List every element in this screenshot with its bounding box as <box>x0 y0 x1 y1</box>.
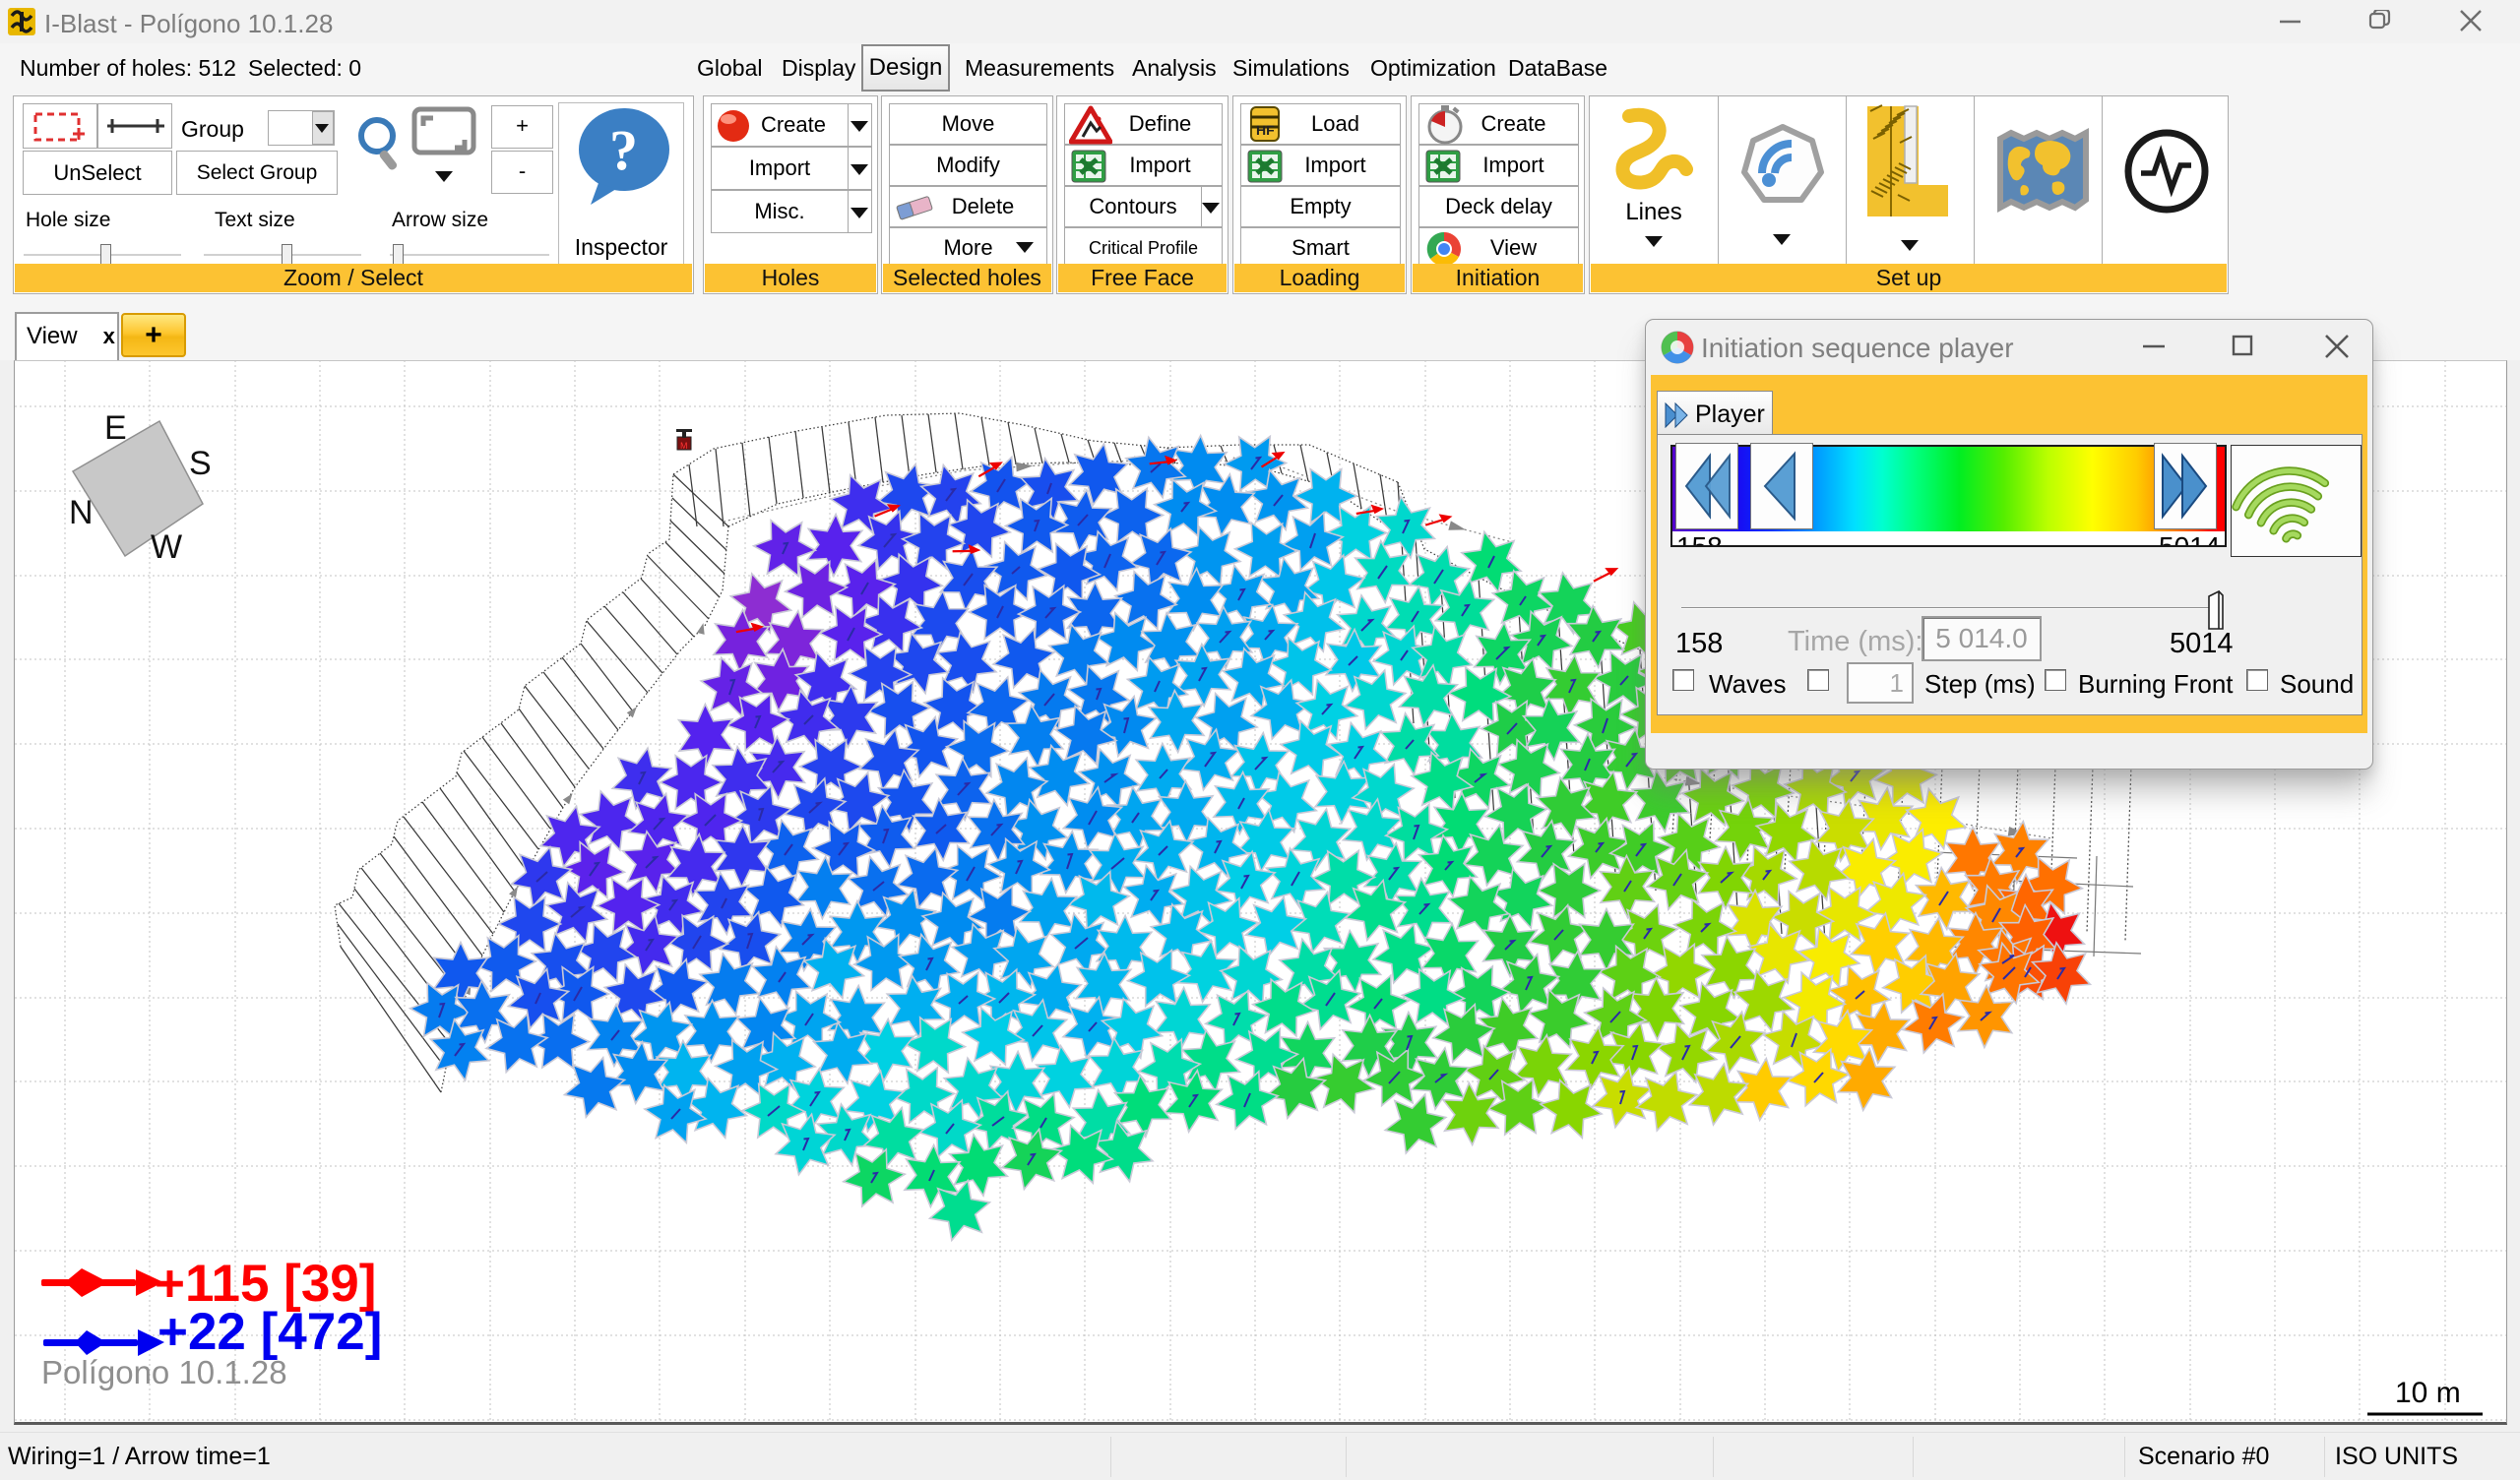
svg-text:?: ? <box>609 118 638 182</box>
svg-text:+22 [472]: +22 [472] <box>158 1303 382 1361</box>
svg-text:S: S <box>189 445 212 482</box>
svg-text:W: W <box>151 528 182 566</box>
svg-text:10 m: 10 m <box>2395 1377 2461 1409</box>
svg-text:Polígono 10.1.28: Polígono 10.1.28 <box>41 1354 287 1390</box>
svg-text:N: N <box>69 494 94 531</box>
svg-text:E: E <box>104 409 127 447</box>
svg-text:HF: HF <box>1256 122 1275 138</box>
svg-text:M: M <box>680 441 688 451</box>
